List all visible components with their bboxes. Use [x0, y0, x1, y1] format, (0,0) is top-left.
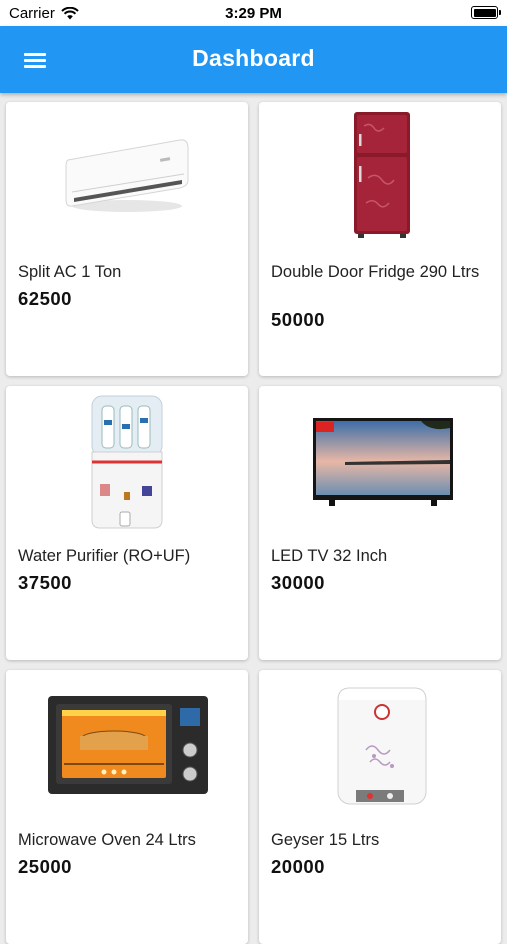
page-title: Dashboard: [192, 45, 315, 71]
microwave-oven-icon: [48, 696, 208, 794]
split-ac-icon: [65, 139, 189, 212]
product-card-microwave-oven[interactable]: Microwave Oven 24 Ltrs 25000: [6, 670, 248, 944]
product-card-geyser[interactable]: Geyser 15 Ltrs 20000: [259, 670, 501, 944]
product-image: [6, 392, 248, 532]
battery-icon: [471, 6, 501, 19]
led-tv-icon: [313, 418, 453, 506]
product-price: 37500: [18, 572, 72, 593]
product-price: 30000: [271, 572, 325, 593]
product-name: Split AC 1 Ton: [18, 263, 122, 281]
product-card-led-tv[interactable]: LED TV 32 Inch 30000: [259, 386, 501, 660]
status-time: 3:29 PM: [225, 5, 282, 22]
product-image: [6, 108, 248, 248]
product-name: Double Door Fridge 290 Ltrs: [271, 263, 480, 281]
product-card-fridge[interactable]: Double Door Fridge 290 Ltrs 50000: [259, 102, 501, 376]
product-name: LED TV 32 Inch: [271, 547, 388, 565]
product-price: 25000: [18, 856, 72, 877]
product-image: [6, 676, 248, 816]
product-name: Microwave Oven 24 Ltrs: [18, 831, 196, 849]
product-card-split-ac[interactable]: Split AC 1 Ton 62500: [6, 102, 248, 376]
product-image: [259, 676, 501, 816]
geyser-icon: [337, 687, 427, 805]
product-name: Water Purifier (RO+UF): [18, 547, 191, 565]
product-price: 20000: [271, 856, 325, 877]
product-price: 50000: [271, 309, 325, 330]
fridge-icon: [354, 112, 410, 238]
app-bar: Dashboard: [0, 26, 507, 93]
product-name: Geyser 15 Ltrs: [271, 831, 380, 849]
product-image: [259, 108, 501, 248]
status-bar: Carrier 3:29 PM: [0, 0, 507, 26]
product-price: 62500: [18, 288, 72, 309]
product-card-water-purifier[interactable]: Water Purifier (RO+UF) 37500: [6, 386, 248, 660]
product-image: [259, 392, 501, 532]
water-purifier-icon: [91, 395, 163, 529]
